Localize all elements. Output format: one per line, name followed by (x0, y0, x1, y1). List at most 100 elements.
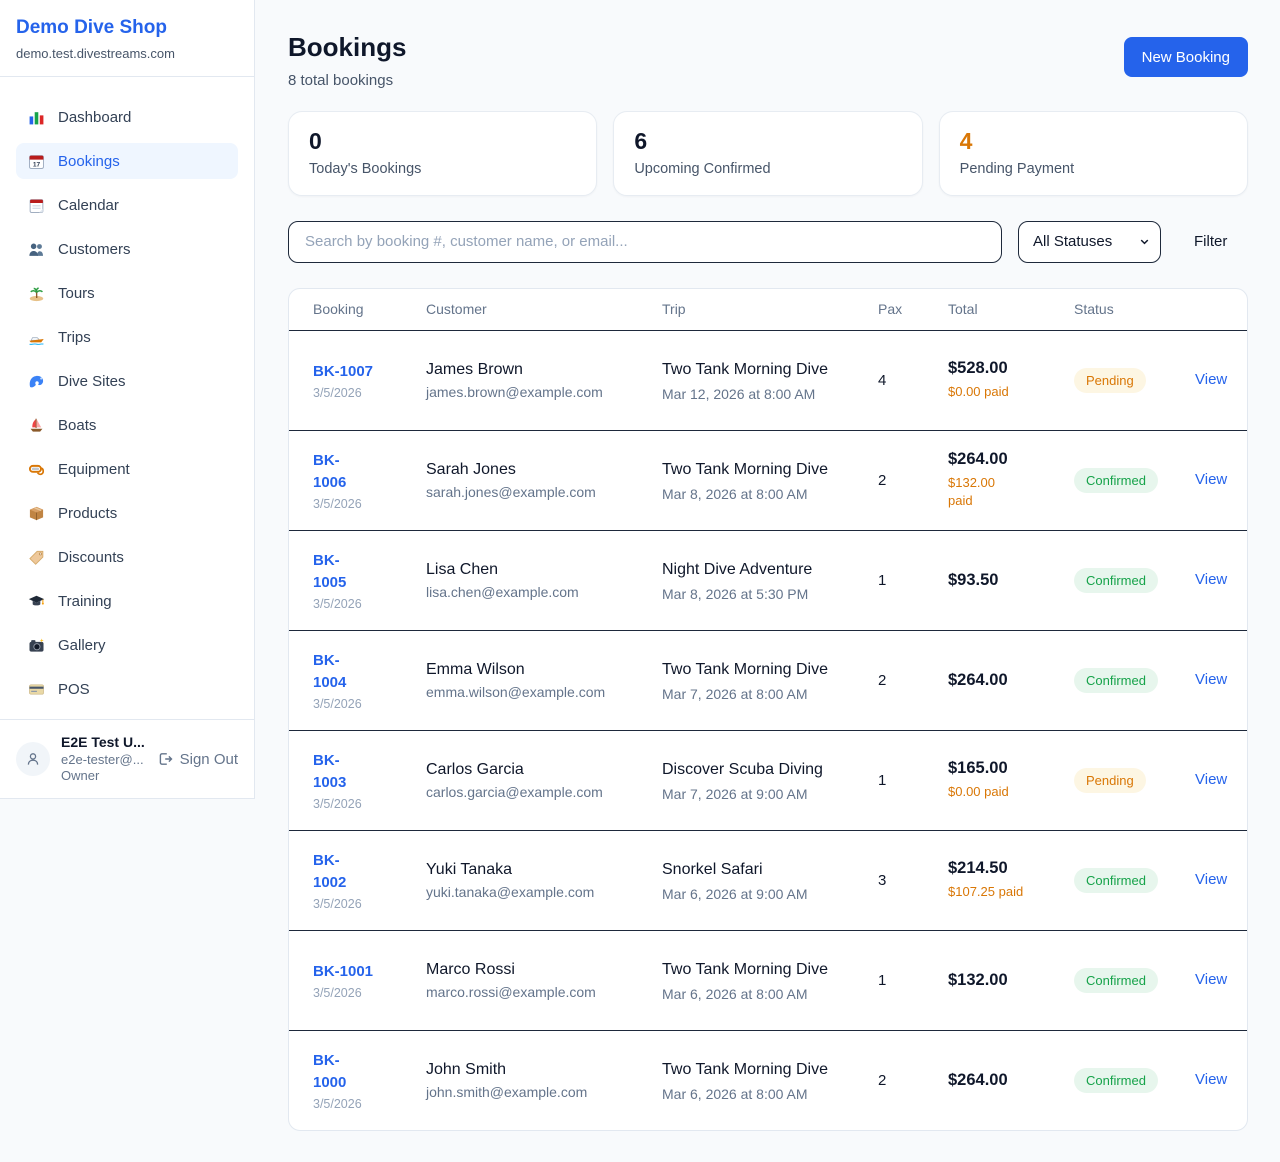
sidebar-item-label: Training (58, 593, 112, 610)
sidebar-nav: Dashboard 17 Bookings Calendar Customers… (0, 77, 254, 719)
pax-value: 1 (878, 972, 948, 989)
status-filter-select[interactable]: All Statuses (1018, 221, 1161, 263)
view-link[interactable]: View (1195, 971, 1227, 988)
customer-email: john.smith@example.com (426, 1084, 662, 1100)
sidebar-item-customers[interactable]: Customers (16, 231, 238, 267)
status-cell: Confirmed (1074, 668, 1195, 693)
booking-cell: BK-1000 3/5/2026 (313, 1050, 426, 1111)
booking-cell: BK-1003 3/5/2026 (313, 750, 426, 811)
trip-cell: Two Tank Morning Dive Mar 6, 2026 at 8:0… (662, 1058, 878, 1102)
camera-icon (28, 637, 45, 654)
credit-card-icon (28, 681, 45, 698)
total-amount: $264.00 (948, 671, 1074, 690)
trip-cell: Two Tank Morning Dive Mar 12, 2026 at 8:… (662, 358, 878, 402)
user-info: E2E Test U... e2e-tester@... Owner (61, 734, 146, 784)
table-row: BK-1007 3/5/2026 James Brown james.brown… (289, 330, 1247, 430)
sidebar-item-label: Calendar (58, 197, 119, 214)
sign-out-label: Sign Out (180, 751, 238, 768)
trip-name: Snorkel Safari (662, 858, 837, 882)
booking-id-link[interactable]: BK-1005 (313, 550, 359, 595)
sidebar-item-dive-sites[interactable]: Dive Sites (16, 363, 238, 399)
booking-id-link[interactable]: BK-1000 (313, 1050, 359, 1095)
customer-cell: Sarah Jones sarah.jones@example.com (426, 461, 662, 500)
booking-id-link[interactable]: BK-1002 (313, 850, 359, 895)
table-row: BK-1002 3/5/2026 Yuki Tanaka yuki.tanaka… (289, 830, 1247, 930)
pax-value: 4 (878, 372, 948, 389)
user-role: Owner (61, 768, 146, 784)
view-link[interactable]: View (1195, 371, 1227, 388)
column-header-booking: Booking (313, 301, 426, 317)
new-booking-button[interactable]: New Booking (1124, 37, 1248, 77)
view-link[interactable]: View (1195, 1071, 1227, 1088)
sidebar-item-equipment[interactable]: Equipment (16, 451, 238, 487)
table-header-row: Booking Customer Trip Pax Total Status (289, 289, 1247, 330)
sidebar-item-tours[interactable]: Tours (16, 275, 238, 311)
stat-value: 0 (309, 129, 576, 154)
view-link[interactable]: View (1195, 671, 1227, 688)
trip-name: Two Tank Morning Dive (662, 358, 837, 382)
sidebar-item-label: Dive Sites (58, 373, 126, 390)
view-link[interactable]: View (1195, 471, 1227, 488)
stat-value: 6 (634, 129, 901, 154)
sidebar-item-bookings[interactable]: 17 Bookings (16, 143, 238, 179)
bar-chart-icon (28, 109, 45, 126)
sidebar-item-dashboard[interactable]: Dashboard (16, 99, 238, 135)
status-badge: Pending (1074, 368, 1146, 393)
trip-datetime: Mar 6, 2026 at 8:00 AM (662, 986, 878, 1002)
table-row: BK-1006 3/5/2026 Sarah Jones sarah.jones… (289, 430, 1247, 530)
customer-name: James Brown (426, 361, 662, 379)
sign-out-icon (157, 751, 173, 767)
view-link[interactable]: View (1195, 871, 1227, 888)
status-cell: Pending (1074, 768, 1195, 793)
filter-button[interactable]: Filter (1194, 233, 1227, 250)
status-badge: Confirmed (1074, 668, 1158, 693)
pax-value: 2 (878, 472, 948, 489)
search-input[interactable] (288, 221, 1002, 263)
trip-name: Two Tank Morning Dive (662, 658, 837, 682)
status-badge: Confirmed (1074, 868, 1158, 893)
total-amount: $93.50 (948, 571, 1074, 590)
sidebar-item-discounts[interactable]: Discounts (16, 539, 238, 575)
sidebar-item-trips[interactable]: Trips (16, 319, 238, 355)
customer-name: Marco Rossi (426, 961, 662, 979)
status-cell: Confirmed (1074, 1068, 1195, 1093)
view-link[interactable]: View (1195, 771, 1227, 788)
booking-id-link[interactable]: BK-1006 (313, 450, 359, 495)
sidebar-item-pos[interactable]: POS (16, 671, 238, 707)
total-cell: $93.50 (948, 571, 1074, 590)
column-header-trip: Trip (662, 301, 878, 317)
booking-id-link[interactable]: BK-1003 (313, 750, 359, 795)
main-content: Bookings 8 total bookings New Booking 0 … (255, 0, 1280, 1131)
status-badge: Confirmed (1074, 468, 1158, 493)
trip-name: Discover Scuba Diving (662, 758, 837, 782)
booking-id-link[interactable]: BK-1007 (313, 361, 426, 384)
shop-domain: demo.test.divestreams.com (16, 46, 238, 61)
booking-id-link[interactable]: BK-1004 (313, 650, 359, 695)
booking-date: 3/5/2026 (313, 697, 426, 711)
sidebar-item-calendar[interactable]: Calendar (16, 187, 238, 223)
customer-name: Carlos Garcia (426, 761, 662, 779)
view-link[interactable]: View (1195, 571, 1227, 588)
sign-out-button[interactable]: Sign Out (157, 751, 238, 768)
shop-name: Demo Dive Shop (16, 17, 238, 39)
table-row: BK-1005 3/5/2026 Lisa Chen lisa.chen@exa… (289, 530, 1247, 630)
trip-datetime: Mar 7, 2026 at 9:00 AM (662, 786, 878, 802)
trip-name: Night Dive Adventure (662, 558, 837, 582)
trip-datetime: Mar 8, 2026 at 5:30 PM (662, 586, 878, 602)
sidebar-item-boats[interactable]: Boats (16, 407, 238, 443)
booking-date: 3/5/2026 (313, 497, 426, 511)
stat-value: 4 (960, 129, 1227, 154)
column-header-total: Total (948, 301, 1074, 317)
booking-id-link[interactable]: BK-1001 (313, 961, 426, 984)
tear-off-calendar-icon (28, 197, 45, 214)
sidebar-item-gallery[interactable]: Gallery (16, 627, 238, 663)
customer-name: John Smith (426, 1061, 662, 1079)
customer-email: sarah.jones@example.com (426, 484, 662, 500)
toolbar: All Statuses Filter (288, 221, 1248, 263)
sidebar-item-training[interactable]: Training (16, 583, 238, 619)
sidebar-item-products[interactable]: Products (16, 495, 238, 531)
booking-date: 3/5/2026 (313, 797, 426, 811)
status-cell: Confirmed (1074, 868, 1195, 893)
trip-name: Two Tank Morning Dive (662, 958, 837, 982)
trip-datetime: Mar 6, 2026 at 8:00 AM (662, 1086, 878, 1102)
